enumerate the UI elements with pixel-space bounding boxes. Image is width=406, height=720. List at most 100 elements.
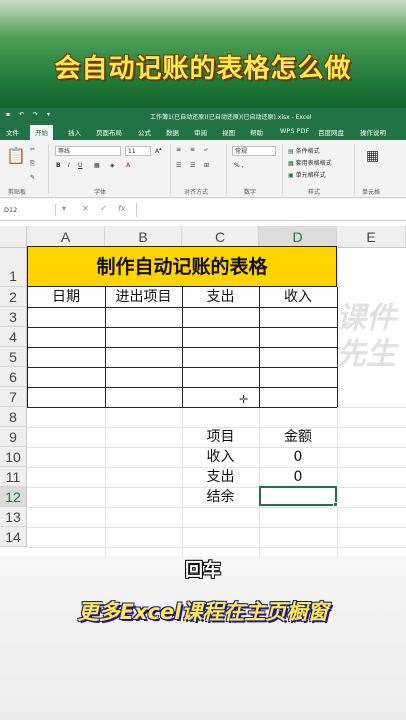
border-icon[interactable]: ▦ — [94, 162, 100, 169]
ribbon-separator — [354, 144, 355, 194]
header-item[interactable]: 进出项目 — [105, 288, 182, 306]
row-header-7[interactable]: 7 — [0, 387, 27, 407]
column-header-a[interactable]: A — [27, 226, 105, 248]
row-header-3[interactable]: 3 — [0, 307, 27, 327]
group-font-label: 字体 — [94, 189, 107, 196]
more-icon[interactable]: ▾ — [47, 111, 50, 118]
tab-view[interactable]: 视图 — [222, 127, 235, 137]
row-header-2[interactable]: 2 — [0, 287, 27, 307]
underline-icon[interactable]: U — [78, 162, 82, 169]
window-title: 工作簿1(已自动还原)(已自动还原)(已自动还原).xlsx - Excel — [150, 114, 312, 121]
group-number-label: 数字 — [244, 189, 257, 196]
summary-value[interactable]: 0 — [259, 468, 337, 486]
column-header-c[interactable]: C — [182, 226, 259, 248]
tab-file[interactable]: 文件 — [6, 127, 19, 137]
merge-center-icon[interactable]: ⊞ — [204, 162, 209, 169]
formula-bar: D12 ▾ ✕ ✓ fx — [0, 199, 406, 221]
summary-value[interactable]: 0 — [259, 448, 337, 466]
row-header-13[interactable]: 13 — [0, 507, 27, 527]
align-center-icon[interactable]: ☰ — [190, 162, 195, 169]
copy-icon[interactable]: ⎘ — [30, 160, 35, 168]
tab-home[interactable]: 开始 — [30, 125, 53, 140]
summary-label[interactable]: 支出 — [182, 468, 259, 486]
cut-icon[interactable]: ✂ — [30, 146, 35, 153]
percent-icon[interactable]: % , — [234, 162, 244, 169]
cell-styles-button[interactable]: ▣ 单元格样式 — [288, 170, 326, 179]
table-border — [27, 407, 337, 408]
paste-icon[interactable]: 📋 — [6, 146, 26, 165]
cancel-icon[interactable]: ✕ — [82, 204, 89, 213]
mouse-cursor-icon: ✛ — [239, 393, 249, 406]
worksheet: A B C D E 1 2 3 4 5 6 7 8 9 10 11 12 13 … — [0, 221, 406, 556]
cells-icon[interactable]: ▦ — [366, 148, 379, 164]
conditional-format-button[interactable]: ▤ 条件格式 — [288, 146, 320, 155]
undo-icon[interactable]: ↶ — [19, 111, 24, 118]
font-size-select[interactable]: 11 — [125, 146, 151, 156]
row-header-14[interactable]: 14 — [0, 527, 27, 547]
active-cell-d12[interactable] — [259, 486, 338, 507]
header-income[interactable]: 收入 — [259, 288, 337, 306]
video-title: 会自动记账的表格怎么做 — [54, 54, 352, 84]
sheet-title-cell[interactable]: 制作自动记账的表格 — [27, 246, 337, 287]
fill-color-icon[interactable]: ◈ — [110, 162, 115, 169]
row-header-12[interactable]: 12 — [0, 487, 27, 507]
format-painter-icon[interactable]: ✎ — [30, 174, 35, 181]
align-middle-icon[interactable]: ≡ — [190, 146, 195, 153]
gridline — [27, 547, 406, 548]
row-header-9[interactable]: 9 — [0, 427, 27, 447]
row-header-4[interactable]: 4 — [0, 327, 27, 347]
select-all-corner[interactable] — [0, 226, 27, 248]
fill-handle[interactable] — [333, 502, 338, 507]
tab-wps-pdf[interactable]: WPS PDF — [280, 127, 309, 135]
tab-insert[interactable]: 插入 — [68, 127, 81, 137]
header-date[interactable]: 日期 — [27, 288, 105, 306]
table-icon: ▦ — [288, 160, 296, 167]
name-box[interactable]: D12 — [0, 204, 56, 216]
tab-page-layout[interactable]: 页面布局 — [96, 127, 122, 137]
conditional-format-icon: ▤ — [288, 148, 296, 155]
row-header-6[interactable]: 6 — [0, 367, 27, 387]
group-clipboard-label: 剪贴板 — [8, 189, 27, 196]
summary-label[interactable]: 收入 — [182, 448, 259, 466]
confirm-icon[interactable]: ✓ — [100, 204, 107, 213]
tab-formulas[interactable]: 公式 — [138, 127, 151, 137]
font-grow-icon[interactable]: A▴ — [155, 146, 162, 155]
summary-label[interactable]: 结余 — [182, 488, 259, 506]
format-as-table-label: 套用表格格式 — [295, 160, 332, 167]
redo-icon[interactable]: ↷ — [33, 111, 38, 118]
tab-data[interactable]: 数据 — [166, 127, 179, 137]
align-top-icon[interactable]: ≡ — [176, 146, 181, 153]
row-header-1[interactable]: 1 — [0, 248, 27, 287]
tab-review[interactable]: 审阅 — [194, 127, 207, 137]
row-header-10[interactable]: 10 — [0, 447, 27, 467]
summary-label[interactable]: 项目 — [182, 428, 259, 446]
row-header-11[interactable]: 11 — [0, 467, 27, 487]
ribbon-separator — [48, 144, 49, 194]
conditional-format-label: 条件格式 — [295, 148, 320, 155]
wrap-text-icon[interactable]: ⤶ — [204, 146, 207, 154]
column-header-b[interactable]: B — [105, 226, 182, 248]
format-as-table-button[interactable]: ▦ 套用表格格式 — [288, 158, 332, 167]
number-format-select[interactable]: 常规 — [232, 146, 276, 156]
italic-icon[interactable]: I — [68, 162, 70, 169]
tab-baidu-netdisk[interactable]: 百度网盘 — [318, 127, 344, 137]
ribbon: 📋 ✂ ⎘ ✎ 剪贴板 等线 11 A▴ B I U ▦ ◈ A 字体 ≡ ≡ … — [0, 140, 406, 198]
column-header-d[interactable]: D — [259, 226, 337, 248]
tab-help[interactable]: 帮助 — [250, 127, 263, 137]
function-icon[interactable]: fx — [118, 204, 126, 213]
bold-icon[interactable]: B — [56, 162, 61, 169]
formula-input[interactable] — [140, 204, 400, 216]
align-left-icon[interactable]: ☰ — [176, 162, 181, 169]
row-header-8[interactable]: 8 — [0, 407, 27, 427]
excel-titlebar: ▪ ↶ ↷ ▾ 工作簿1(已自动还原)(已自动还原)(已自动还原).xlsx -… — [0, 108, 406, 124]
header-expense[interactable]: 支出 — [182, 288, 259, 306]
tab-tell-me[interactable]: 操作说明 — [360, 127, 386, 137]
row-header-5[interactable]: 5 — [0, 347, 27, 367]
font-color-icon[interactable]: A — [126, 162, 130, 169]
font-name-select[interactable]: 等线 — [55, 146, 121, 156]
column-header-e[interactable]: E — [337, 226, 406, 248]
summary-value[interactable]: 金额 — [259, 428, 337, 446]
dropdown-icon[interactable]: ▾ — [62, 204, 66, 213]
save-icon[interactable]: ▪ — [6, 111, 10, 118]
watermark: 课件 先生 — [336, 301, 396, 373]
